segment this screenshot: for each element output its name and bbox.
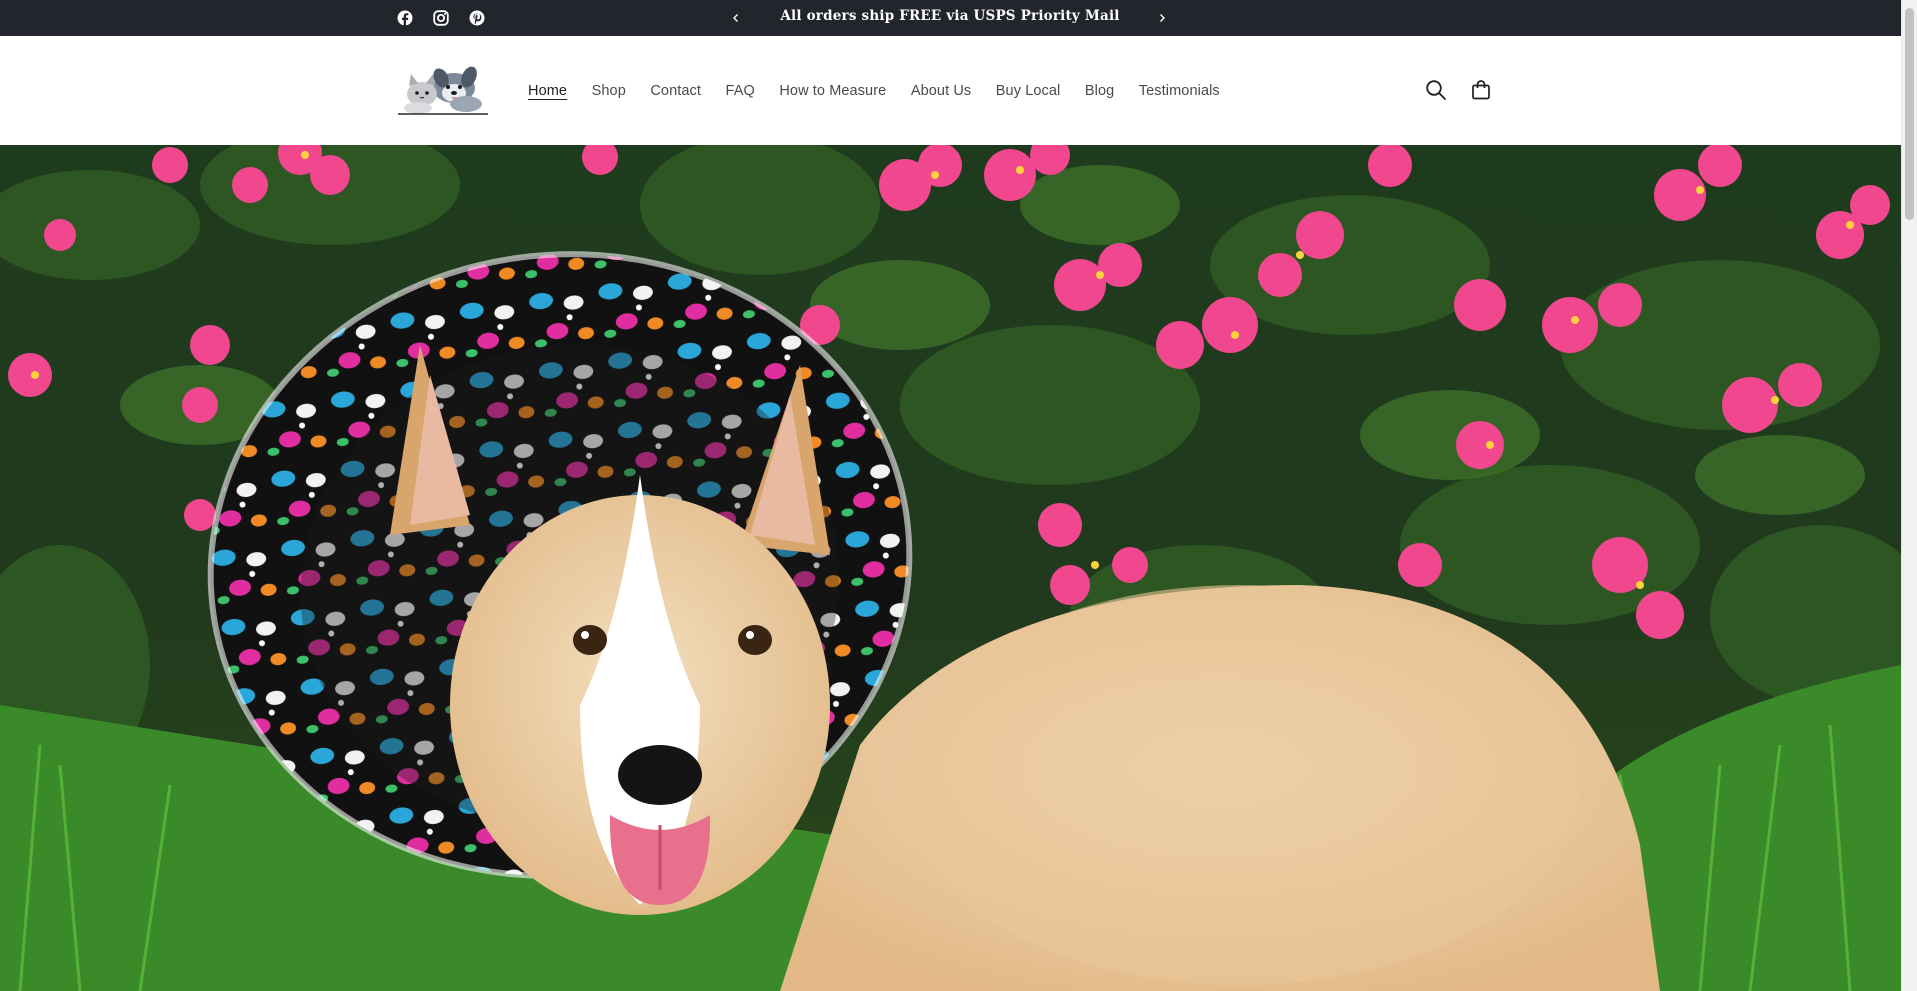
- instagram-icon[interactable]: [430, 0, 452, 36]
- dog-and-cat-logo: [398, 66, 488, 115]
- site-header: Home Shop Contact FAQ How to Measure Abo…: [0, 36, 1901, 145]
- nav-home[interactable]: Home: [528, 83, 567, 99]
- search-button[interactable]: [1422, 76, 1450, 104]
- chevron-right-icon: [1157, 13, 1167, 23]
- announcement-next-button[interactable]: [1150, 0, 1174, 36]
- cart-button[interactable]: [1467, 76, 1495, 104]
- store-logo[interactable]: [396, 64, 490, 116]
- facebook-icon[interactable]: [394, 0, 416, 36]
- nav-buy-local[interactable]: Buy Local: [996, 83, 1061, 99]
- cart-bag-icon: [1470, 79, 1492, 101]
- nav-blog[interactable]: Blog: [1085, 83, 1114, 99]
- nav-faq[interactable]: FAQ: [726, 83, 755, 99]
- hero-image: [0, 145, 1901, 991]
- page-scrollbar[interactable]: [1901, 0, 1917, 991]
- announcement-prev-button[interactable]: [724, 0, 748, 36]
- pinterest-icon[interactable]: [466, 0, 488, 36]
- nav-how-to-measure[interactable]: How to Measure: [779, 83, 886, 99]
- announcement-bar: All orders ship FREE via USPS Priority M…: [0, 0, 1901, 36]
- announcement-message: All orders ship FREE via USPS Priority M…: [780, 8, 1120, 24]
- hero-banner: [0, 145, 1901, 991]
- nav-contact[interactable]: Contact: [650, 83, 701, 99]
- scrollbar-thumb[interactable]: [1905, 8, 1914, 220]
- chevron-left-icon: [731, 13, 741, 23]
- main-navigation: Home Shop Contact FAQ How to Measure Abo…: [528, 36, 1244, 145]
- nav-testimonials[interactable]: Testimonials: [1139, 83, 1220, 99]
- nav-shop[interactable]: Shop: [592, 83, 626, 99]
- search-icon: [1425, 79, 1447, 101]
- nav-about-us[interactable]: About Us: [911, 83, 971, 99]
